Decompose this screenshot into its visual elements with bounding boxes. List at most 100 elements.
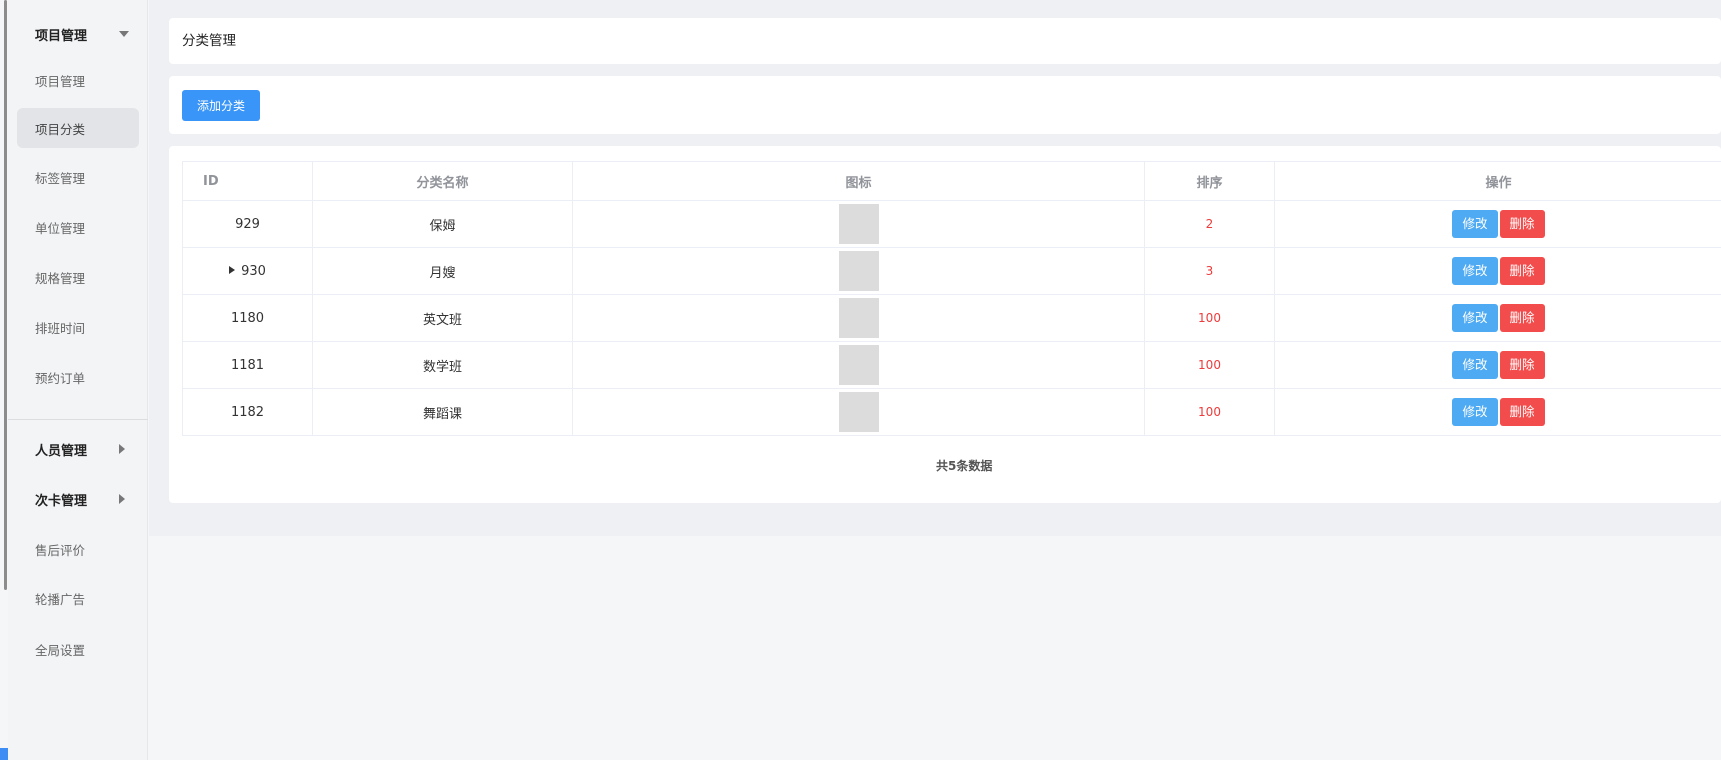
cell-icon [572,247,1145,295]
sort-value: 100 [1198,357,1221,372]
sidebar-group-label: 次卡管理 [35,493,88,509]
sidebar-item-unit-management[interactable]: 单位管理 [17,207,139,247]
cell-actions: 修改 删除 [1274,294,1721,342]
caret-right-icon [119,444,125,454]
sidebar-item-project-category[interactable]: 项目分类 [17,108,139,148]
column-header-id[interactable]: ID [182,161,313,201]
scrollbar[interactable] [4,0,7,590]
delete-button[interactable]: 删除 [1499,304,1545,332]
sidebar-item-global-settings[interactable]: 全局设置 [17,629,139,669]
sidebar-item-label: 项目分类 [35,121,86,137]
edit-button[interactable]: 修改 [1452,257,1498,285]
expand-row-icon[interactable] [229,266,236,274]
sidebar-item-label: 规格管理 [35,270,86,286]
sidebar: 项目管理 项目管理 项目分类 标签管理 单位管理 规格管理 排班时间 预约订单 … [8,0,148,760]
column-header-sort[interactable]: 排序 [1144,161,1275,201]
sidebar-item-label: 项目管理 [35,73,86,89]
sidebar-group-label: 项目管理 [35,28,88,44]
edit-button[interactable]: 修改 [1452,351,1498,379]
table-header-row: ID 分类名称 图标 排序 操作 [182,161,1721,201]
cell-id: 930 [182,247,313,295]
category-icon-image [838,251,879,291]
title-card: 分类管理 [169,18,1721,64]
cell-icon [572,388,1145,436]
delete-button[interactable]: 删除 [1499,351,1545,379]
main-content: 分类管理 添加分类 ID 分类名称 图标 排序 操作 929 保姆 2 修改 删… [149,0,1721,536]
cell-id-text: 929 [235,216,260,232]
sidebar-item-spec-management[interactable]: 规格管理 [17,257,139,297]
category-icon-image [838,298,879,338]
cell-id-text: 930 [241,263,266,279]
table-row: 929 保姆 2 修改 删除 [182,200,1721,248]
column-header-actions[interactable]: 操作 [1274,161,1721,201]
cell-name: 保姆 [312,200,573,248]
sidebar-item-carousel-ads[interactable]: 轮播广告 [17,578,139,618]
cell-actions: 修改 删除 [1274,388,1721,436]
sidebar-group-card[interactable]: 次卡管理 [8,474,148,524]
cell-icon [572,341,1145,389]
sidebar-item-label: 轮播广告 [35,591,86,607]
cell-actions: 修改 删除 [1274,341,1721,389]
sort-value: 100 [1198,404,1221,419]
category-table: ID 分类名称 图标 排序 操作 929 保姆 2 修改 删除 930 月嫂 3… [182,161,1721,436]
edit-button[interactable]: 修改 [1452,304,1498,332]
toolbar-card: 添加分类 [169,76,1721,134]
cell-id-text: 1180 [230,310,265,326]
cell-icon [572,200,1145,248]
table-row: 1181 数学班 100 修改 删除 [182,341,1721,389]
delete-button[interactable]: 删除 [1499,257,1545,285]
sort-value: 3 [1205,263,1214,278]
cell-actions: 修改 删除 [1274,200,1721,248]
edit-button[interactable]: 修改 [1452,210,1498,238]
total-count-summary: 共5条数据 [936,459,993,473]
app-root: 项目管理 项目管理 项目分类 标签管理 单位管理 规格管理 排班时间 预约订单 … [0,0,1721,760]
sidebar-item-schedule-time[interactable]: 排班时间 [17,307,139,347]
cell-icon [572,294,1145,342]
sort-value: 2 [1205,216,1214,231]
caret-down-icon [119,31,129,37]
edit-button[interactable]: 修改 [1452,398,1498,426]
cell-sort: 2 [1144,200,1275,248]
sidebar-group-project[interactable]: 项目管理 [8,9,148,59]
sidebar-item-label: 单位管理 [35,220,86,236]
cell-sort: 100 [1144,341,1275,389]
cell-sort: 100 [1144,294,1275,342]
table-row: 930 月嫂 3 修改 删除 [182,247,1721,295]
table-row: 1182 舞蹈课 100 修改 删除 [182,388,1721,436]
cell-sort: 100 [1144,388,1275,436]
sidebar-item-after-sales-review[interactable]: 售后评价 [17,529,139,569]
table-row: 1180 英文班 100 修改 删除 [182,294,1721,342]
page-title: 分类管理 [182,33,236,49]
cell-actions: 修改 删除 [1274,247,1721,295]
cell-id-text: 1182 [230,404,265,420]
cell-id: 1182 [182,388,313,436]
cell-id-text: 1181 [230,357,265,373]
add-category-button[interactable]: 添加分类 [182,90,260,121]
cell-id: 929 [182,200,313,248]
cell-name: 月嫂 [312,247,573,295]
caret-right-icon [119,494,125,504]
sidebar-item-label: 预约订单 [35,370,86,386]
cell-sort: 3 [1144,247,1275,295]
sidebar-item-label: 售后评价 [35,542,86,558]
delete-button[interactable]: 删除 [1499,398,1545,426]
sidebar-divider [8,419,148,420]
sidebar-item-project-management[interactable]: 项目管理 [17,60,139,100]
sidebar-item-tag-management[interactable]: 标签管理 [17,157,139,197]
sidebar-item-booking-orders[interactable]: 预约订单 [17,357,139,397]
category-icon-image [838,345,879,385]
category-icon-image [838,392,879,432]
category-icon-image [838,204,879,244]
column-header-name[interactable]: 分类名称 [312,161,573,201]
sidebar-group-staff[interactable]: 人员管理 [8,424,148,474]
sidebar-item-label: 全局设置 [35,642,86,658]
delete-button[interactable]: 删除 [1499,210,1545,238]
sidebar-item-label: 标签管理 [35,170,86,186]
sort-value: 100 [1198,310,1221,325]
cell-id: 1181 [182,341,313,389]
sidebar-item-label: 排班时间 [35,320,86,336]
column-header-icon[interactable]: 图标 [572,161,1145,201]
table-card: ID 分类名称 图标 排序 操作 929 保姆 2 修改 删除 930 月嫂 3… [169,146,1721,503]
cell-name: 英文班 [312,294,573,342]
cell-id: 1180 [182,294,313,342]
